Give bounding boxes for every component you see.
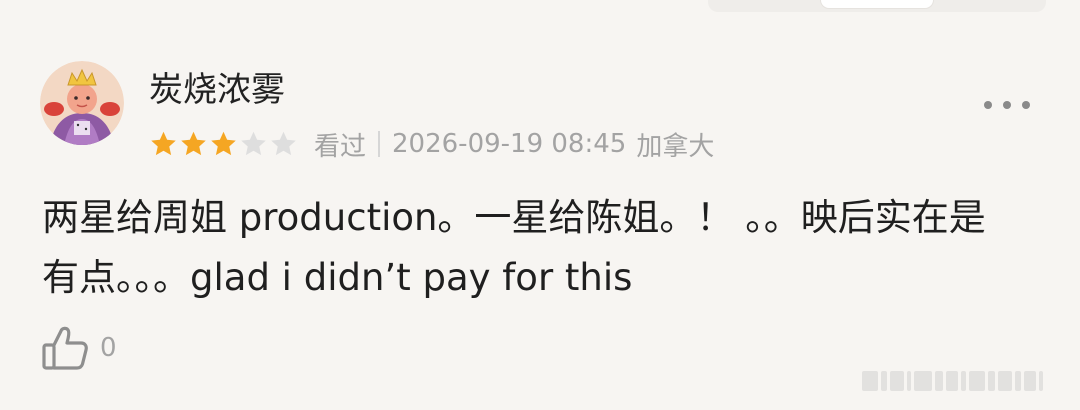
thumbs-up-icon[interactable]: [40, 322, 92, 374]
more-options-button[interactable]: [984, 94, 1030, 116]
username[interactable]: 炭烧浓雾: [149, 68, 285, 112]
more-dots-icon: [1022, 101, 1030, 109]
like-area: 0: [40, 322, 117, 374]
star-icon: [211, 131, 236, 156]
more-dots-icon: [984, 101, 992, 109]
avatar[interactable]: [40, 61, 124, 145]
watermark: [862, 368, 1046, 394]
avatar-illustration: [40, 61, 124, 145]
top-edge-button[interactable]: [820, 0, 934, 9]
divider: [378, 131, 381, 157]
star-icon: [181, 131, 206, 156]
like-count: 0: [100, 333, 117, 363]
more-dots-icon: [1003, 101, 1011, 109]
star-rating: [148, 129, 298, 159]
star-icon: [271, 131, 296, 156]
review-text: 两星给周姐 production。一星给陈姐。！ 。。映后实在是有点。。。gla…: [42, 196, 986, 299]
review-location: 加拿大: [636, 131, 715, 162]
star-icon: [241, 131, 266, 156]
watch-status: 看过: [314, 131, 367, 162]
review-meta: 看过 2026-09-19 08:45 加拿大: [148, 124, 714, 164]
star-icon: [151, 131, 176, 156]
review-datetime: 2026-09-19 08:45: [392, 129, 627, 159]
